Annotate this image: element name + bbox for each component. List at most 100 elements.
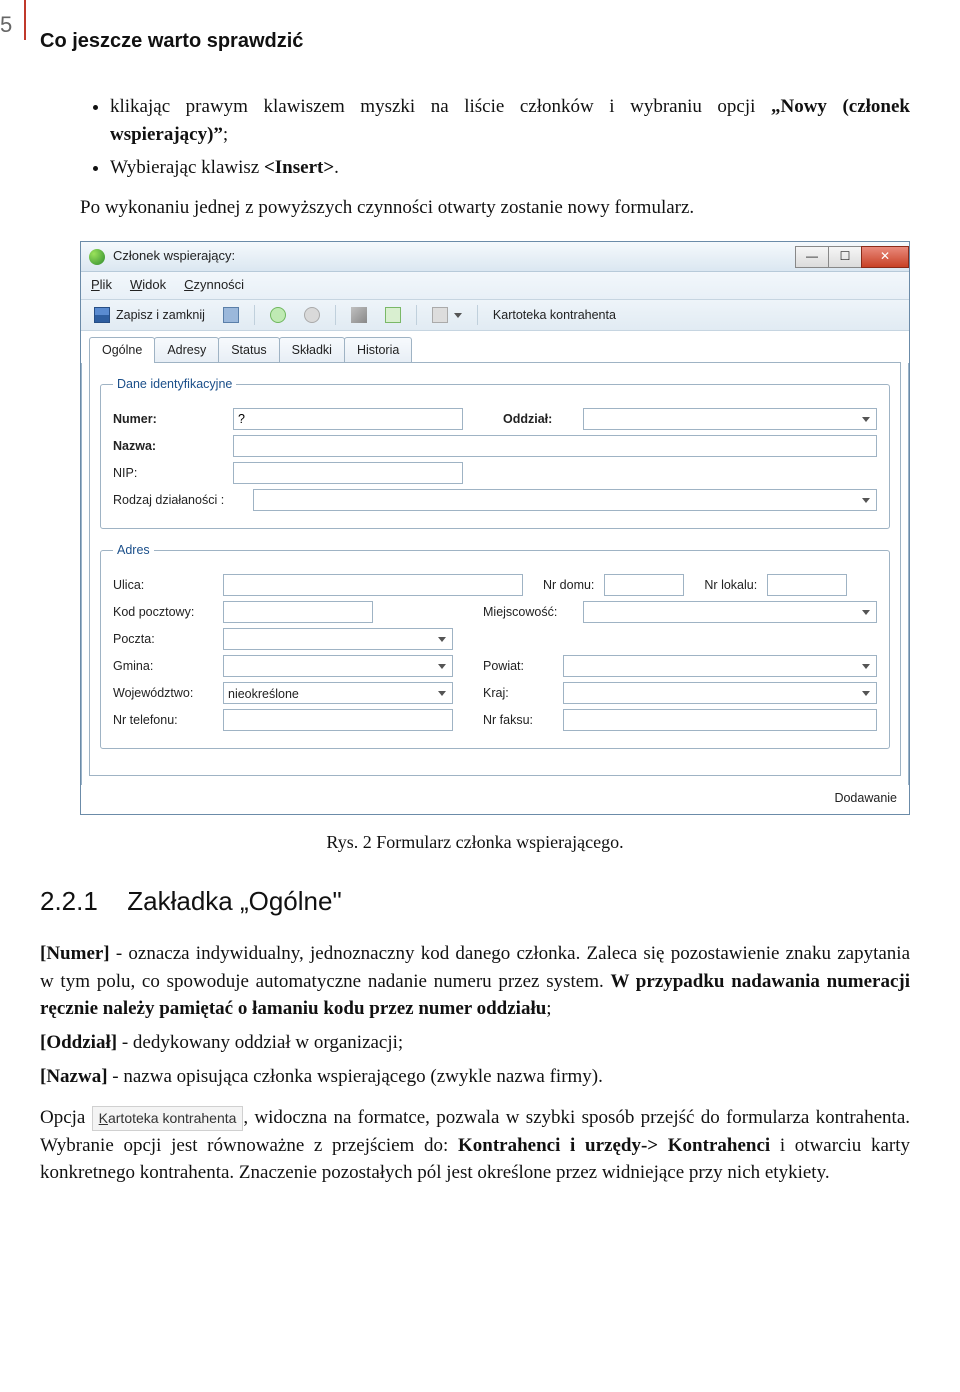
desc-paragraph: Opcja Kartoteka kontrahenta, widoczna na…	[40, 1104, 910, 1187]
chevron-down-icon	[454, 313, 462, 318]
wojewodztwo-select[interactable]: nieokreślone	[223, 682, 453, 704]
field-name: [Numer]	[40, 943, 110, 964]
save-button[interactable]	[216, 303, 246, 327]
rodzaj-select[interactable]	[253, 489, 877, 511]
page-number: 5	[0, 12, 12, 38]
kartoteka-label: Kartoteka kontrahenta	[493, 306, 616, 324]
forward-icon	[304, 307, 320, 323]
gmina-select[interactable]	[223, 655, 453, 677]
nip-input[interactable]	[233, 462, 463, 484]
tab-ogolne[interactable]: Ogólne	[89, 337, 155, 363]
intro-paragraph: Po wykonaniu jednej z powyższych czynnoś…	[80, 194, 910, 222]
chevron-down-icon	[434, 632, 450, 646]
label-ulica: Ulica:	[113, 576, 213, 594]
menu-widok[interactable]: Widok	[130, 276, 166, 295]
minimize-button[interactable]: —	[795, 246, 829, 268]
tab-adresy[interactable]: Adresy	[154, 337, 219, 363]
numer-input[interactable]	[233, 408, 463, 430]
label-gmina: Gmina:	[113, 657, 213, 675]
app-icon	[89, 249, 105, 265]
tab-status[interactable]: Status	[218, 337, 279, 363]
list-item: klikając prawym klawiszem myszki na liśc…	[110, 93, 910, 148]
nrlokalu-input[interactable]	[767, 574, 847, 596]
oddzial-select[interactable]	[583, 408, 877, 430]
kartoteka-inline-label: Kartoteka kontrahenta	[92, 1106, 244, 1131]
print-icon	[432, 307, 448, 323]
wojewodztwo-value: nieokreślone	[228, 687, 299, 701]
text: ;	[546, 998, 551, 1019]
save-close-label: Zapisz i zamknij	[116, 306, 205, 324]
bullet-list: klikając prawym klawiszem myszki na liśc…	[80, 93, 910, 182]
close-button[interactable]: ✕	[861, 246, 909, 268]
poczta-select[interactable]	[223, 628, 453, 650]
back-button[interactable]	[263, 303, 293, 327]
kartoteka-button[interactable]: Kartoteka kontrahenta	[486, 303, 623, 327]
separator	[416, 305, 417, 325]
app-window: Członek wspierający: — ☐ ✕ Plik Widok Cz…	[80, 241, 910, 814]
separator	[335, 305, 336, 325]
label-kod: Kod pocztowy:	[113, 603, 213, 621]
powiat-select[interactable]	[563, 655, 877, 677]
ulica-input[interactable]	[223, 574, 523, 596]
save-close-button[interactable]: Zapisz i zamknij	[87, 303, 212, 327]
chevron-down-icon	[858, 493, 874, 507]
toolbar: Zapisz i zamknij Kartoteka kontrahenta	[81, 300, 909, 331]
forward-button[interactable]	[297, 303, 327, 327]
label-numer: Numer:	[113, 410, 223, 428]
separator	[254, 305, 255, 325]
figure-caption: Rys. 2 Formularz członka wspierającego.	[40, 829, 910, 855]
label-nip: NIP:	[113, 464, 223, 482]
chevron-down-icon	[858, 605, 874, 619]
label-nrdomu: Nr domu:	[543, 576, 594, 594]
section-number: 2.2.1	[40, 883, 120, 921]
nrdomu-input[interactable]	[604, 574, 684, 596]
text: Opcja	[40, 1107, 92, 1128]
menu-plik[interactable]: Plik	[91, 276, 112, 295]
section-title: Zakładka „Ogólne"	[127, 886, 341, 916]
kraj-select[interactable]	[563, 682, 877, 704]
menubar: Plik Widok Czynności	[81, 272, 909, 300]
label-poczta: Poczta:	[113, 630, 213, 648]
titlebar: Członek wspierający: — ☐ ✕	[81, 242, 909, 272]
label-oddzial: Oddział:	[503, 410, 573, 428]
maximize-button[interactable]: ☐	[828, 246, 862, 268]
kod-input[interactable]	[223, 601, 373, 623]
list-item: Wybierając klawisz <Insert>.	[110, 154, 910, 182]
fax-input[interactable]	[563, 709, 877, 731]
print-button[interactable]	[425, 303, 469, 327]
group-legend: Adres	[113, 541, 154, 559]
desc-paragraph: [Oddział] - dedykowany oddział w organiz…	[40, 1029, 910, 1057]
tabs: Ogólne Adresy Status Składki Historia	[81, 331, 909, 363]
group-identyfikacyjne: Dane identyfikacyjne Numer: Oddział: Naz…	[100, 375, 890, 529]
label-fax: Nr faksu:	[483, 711, 553, 729]
statusbar: Dodawanie	[81, 785, 909, 813]
label-kraj: Kraj:	[483, 684, 553, 702]
save-icon	[94, 307, 110, 323]
window-title: Członek wspierający:	[113, 247, 235, 266]
tab-skladki[interactable]: Składki	[279, 337, 345, 363]
form-area: Dane identyfikacyjne Numer: Oddział: Naz…	[89, 362, 901, 776]
section-heading: 2.2.1 Zakładka „Ogólne"	[40, 883, 910, 921]
back-icon	[270, 307, 286, 323]
tools-button[interactable]	[344, 303, 374, 327]
chevron-down-icon	[858, 659, 874, 673]
chevron-down-icon	[434, 659, 450, 673]
tools-icon	[351, 307, 367, 323]
tab-historia[interactable]: Historia	[344, 337, 412, 363]
menu-czynnosci[interactable]: Czynności	[184, 276, 244, 295]
label-nrlokalu: Nr lokalu:	[704, 576, 757, 594]
miejscowosc-select[interactable]	[583, 601, 877, 623]
separator	[477, 305, 478, 325]
telefon-input[interactable]	[223, 709, 453, 731]
label-miejsc: Miejscowość:	[483, 603, 573, 621]
refresh-icon	[385, 307, 401, 323]
label-powiat: Powiat:	[483, 657, 553, 675]
nazwa-input[interactable]	[233, 435, 877, 457]
label-tel: Nr telefonu:	[113, 711, 213, 729]
label-nazwa: Nazwa:	[113, 437, 223, 455]
refresh-button[interactable]	[378, 303, 408, 327]
group-adres: Adres Ulica: Nr domu: Nr lokalu: Kod poc…	[100, 541, 890, 749]
desc-paragraph: [Nazwa] - nazwa opisująca członka wspier…	[40, 1063, 910, 1091]
label-woj: Województwo:	[113, 684, 213, 702]
status-text: Dodawanie	[834, 789, 897, 807]
